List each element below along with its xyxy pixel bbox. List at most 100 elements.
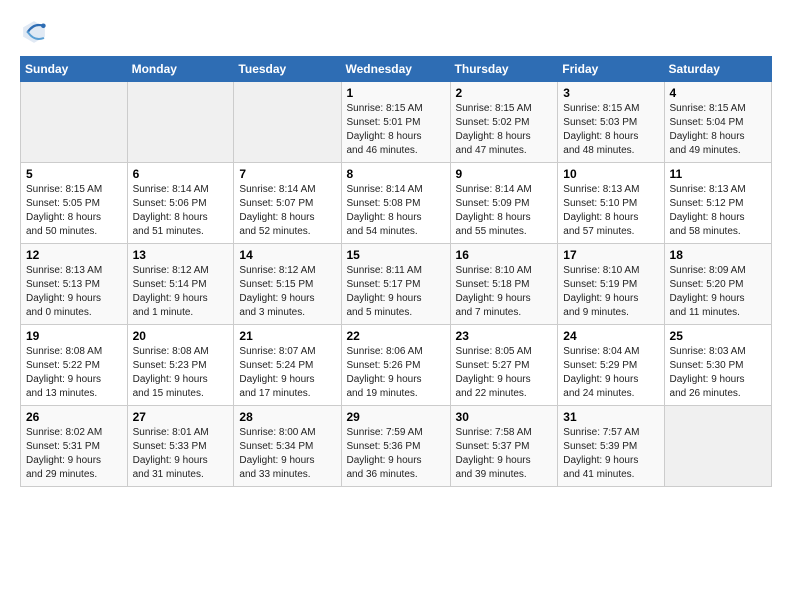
calendar-row: 12 Sunrise: 8:13 AM Sunset: 5:13 PM Dayli… (21, 244, 772, 325)
day-info: Sunrise: 8:02 AM Sunset: 5:31 PM Dayligh… (26, 426, 123, 482)
day-info: Sunrise: 8:15 AM Sunset: 5:05 PM Dayligh… (26, 183, 123, 239)
calendar-cell: 21Sunrise: 8:07 AM Sunset: 5:24 PM Dayli… (234, 325, 341, 406)
day-info: Sunrise: 8:13 AM Sunset: 5:12 PM Dayligh… (670, 183, 767, 239)
calendar-cell (664, 406, 771, 487)
calendar-cell: 26 Sunrise: 8:02 AM Sunset: 5:31 PM Dayli… (21, 406, 128, 487)
day-info: Sunrise: 8:11 AM Sunset: 5:17 PM Dayligh… (347, 264, 446, 320)
day-info: Sunrise: 8:01 AM Sunset: 5:33 PM Dayligh… (133, 426, 230, 482)
day-number: 4 (670, 86, 767, 100)
day-number: 23 (456, 329, 554, 343)
calendar-cell: 18 Sunrise: 8:09 AM Sunset: 5:20 PM Dayli… (664, 244, 771, 325)
calendar-cell: 11 Sunrise: 8:13 AM Sunset: 5:12 PM Dayli… (664, 163, 771, 244)
day-info: Sunrise: 8:00 AM Sunset: 5:34 PM Dayligh… (239, 426, 336, 482)
calendar-row: 5 Sunrise: 8:15 AM Sunset: 5:05 PM Daylig… (21, 163, 772, 244)
calendar-cell: 6 Sunrise: 8:14 AM Sunset: 5:06 PM Daylig… (127, 163, 234, 244)
day-info: Sunrise: 8:04 AM Sunset: 5:29 PM Dayligh… (563, 345, 659, 401)
day-number: 13 (133, 248, 230, 262)
day-info: Sunrise: 8:14 AM Sunset: 5:06 PM Dayligh… (133, 183, 230, 239)
day-info: Sunrise: 8:13 AM Sunset: 5:13 PM Dayligh… (26, 264, 123, 320)
day-number: 20 (133, 329, 230, 343)
calendar-cell (21, 82, 128, 163)
weekday-header: Saturday (664, 57, 771, 82)
logo (20, 18, 52, 46)
calendar-cell (234, 82, 341, 163)
calendar-table: SundayMondayTuesdayWednesdayThursdayFrid… (20, 56, 772, 487)
calendar-cell: 28 Sunrise: 8:00 AM Sunset: 5:34 PM Dayli… (234, 406, 341, 487)
calendar-cell: 1Sunrise: 8:15 AM Sunset: 5:01 PM Daylig… (341, 82, 450, 163)
day-info: Sunrise: 8:12 AM Sunset: 5:14 PM Dayligh… (133, 264, 230, 320)
day-info: Sunrise: 8:14 AM Sunset: 5:08 PM Dayligh… (347, 183, 446, 239)
day-number: 18 (670, 248, 767, 262)
calendar-page: SundayMondayTuesdayWednesdayThursdayFrid… (0, 0, 792, 497)
calendar-cell: 17Sunrise: 8:10 AM Sunset: 5:19 PM Dayli… (558, 244, 664, 325)
day-number: 5 (26, 167, 123, 181)
day-number: 2 (456, 86, 554, 100)
day-number: 9 (456, 167, 554, 181)
calendar-cell: 15 Sunrise: 8:11 AM Sunset: 5:17 PM Dayli… (341, 244, 450, 325)
day-number: 1 (347, 86, 446, 100)
day-info: Sunrise: 8:08 AM Sunset: 5:22 PM Dayligh… (26, 345, 123, 401)
calendar-cell: 16 Sunrise: 8:10 AM Sunset: 5:18 PM Dayli… (450, 244, 558, 325)
day-number: 30 (456, 410, 554, 424)
calendar-cell: 8 Sunrise: 8:14 AM Sunset: 5:08 PM Daylig… (341, 163, 450, 244)
calendar-row: 1Sunrise: 8:15 AM Sunset: 5:01 PM Daylig… (21, 82, 772, 163)
day-info: Sunrise: 8:14 AM Sunset: 5:09 PM Dayligh… (456, 183, 554, 239)
weekday-header: Sunday (21, 57, 128, 82)
day-number: 19 (26, 329, 123, 343)
weekday-header-row: SundayMondayTuesdayWednesdayThursdayFrid… (21, 57, 772, 82)
header (20, 18, 772, 46)
day-number: 11 (670, 167, 767, 181)
calendar-cell: 19 Sunrise: 8:08 AM Sunset: 5:22 PM Dayli… (21, 325, 128, 406)
calendar-cell: 9 Sunrise: 8:14 AM Sunset: 5:09 PM Daylig… (450, 163, 558, 244)
calendar-cell: 24 Sunrise: 8:04 AM Sunset: 5:29 PM Dayli… (558, 325, 664, 406)
day-number: 28 (239, 410, 336, 424)
calendar-cell: 2 Sunrise: 8:15 AM Sunset: 5:02 PM Daylig… (450, 82, 558, 163)
calendar-cell: 5 Sunrise: 8:15 AM Sunset: 5:05 PM Daylig… (21, 163, 128, 244)
day-number: 8 (347, 167, 446, 181)
day-number: 12 (26, 248, 123, 262)
calendar-cell: 25 Sunrise: 8:03 AM Sunset: 5:30 PM Dayli… (664, 325, 771, 406)
calendar-cell: 20Sunrise: 8:08 AM Sunset: 5:23 PM Dayli… (127, 325, 234, 406)
day-number: 25 (670, 329, 767, 343)
day-info: Sunrise: 8:13 AM Sunset: 5:10 PM Dayligh… (563, 183, 659, 239)
day-info: Sunrise: 8:07 AM Sunset: 5:24 PM Dayligh… (239, 345, 336, 401)
logo-icon (20, 18, 48, 46)
day-number: 27 (133, 410, 230, 424)
calendar-cell: 27 Sunrise: 8:01 AM Sunset: 5:33 PM Dayli… (127, 406, 234, 487)
day-number: 16 (456, 248, 554, 262)
calendar-cell: 10Sunrise: 8:13 AM Sunset: 5:10 PM Dayli… (558, 163, 664, 244)
day-number: 22 (347, 329, 446, 343)
weekday-header: Wednesday (341, 57, 450, 82)
day-number: 3 (563, 86, 659, 100)
calendar-cell: 29 Sunrise: 7:59 AM Sunset: 5:36 PM Dayli… (341, 406, 450, 487)
day-info: Sunrise: 8:03 AM Sunset: 5:30 PM Dayligh… (670, 345, 767, 401)
day-info: Sunrise: 8:15 AM Sunset: 5:04 PM Dayligh… (670, 102, 767, 158)
calendar-cell: 3 Sunrise: 8:15 AM Sunset: 5:03 PM Daylig… (558, 82, 664, 163)
calendar-cell: 12 Sunrise: 8:13 AM Sunset: 5:13 PM Dayli… (21, 244, 128, 325)
calendar-cell: 4 Sunrise: 8:15 AM Sunset: 5:04 PM Daylig… (664, 82, 771, 163)
day-info: Sunrise: 8:15 AM Sunset: 5:02 PM Dayligh… (456, 102, 554, 158)
weekday-header: Tuesday (234, 57, 341, 82)
day-number: 6 (133, 167, 230, 181)
day-number: 24 (563, 329, 659, 343)
day-number: 14 (239, 248, 336, 262)
calendar-cell: 23Sunrise: 8:05 AM Sunset: 5:27 PM Dayli… (450, 325, 558, 406)
day-info: Sunrise: 8:15 AM Sunset: 5:03 PM Dayligh… (563, 102, 659, 158)
day-info: Sunrise: 7:59 AM Sunset: 5:36 PM Dayligh… (347, 426, 446, 482)
day-number: 29 (347, 410, 446, 424)
day-number: 26 (26, 410, 123, 424)
day-number: 15 (347, 248, 446, 262)
day-info: Sunrise: 8:09 AM Sunset: 5:20 PM Dayligh… (670, 264, 767, 320)
calendar-row: 26 Sunrise: 8:02 AM Sunset: 5:31 PM Dayli… (21, 406, 772, 487)
calendar-cell: 31Sunrise: 7:57 AM Sunset: 5:39 PM Dayli… (558, 406, 664, 487)
day-info: Sunrise: 8:14 AM Sunset: 5:07 PM Dayligh… (239, 183, 336, 239)
day-info: Sunrise: 8:10 AM Sunset: 5:18 PM Dayligh… (456, 264, 554, 320)
calendar-cell: 30Sunrise: 7:58 AM Sunset: 5:37 PM Dayli… (450, 406, 558, 487)
calendar-cell: 13 Sunrise: 8:12 AM Sunset: 5:14 PM Dayli… (127, 244, 234, 325)
calendar-row: 19 Sunrise: 8:08 AM Sunset: 5:22 PM Dayli… (21, 325, 772, 406)
day-info: Sunrise: 8:12 AM Sunset: 5:15 PM Dayligh… (239, 264, 336, 320)
day-number: 17 (563, 248, 659, 262)
weekday-header: Thursday (450, 57, 558, 82)
day-info: Sunrise: 8:06 AM Sunset: 5:26 PM Dayligh… (347, 345, 446, 401)
calendar-cell: 7Sunrise: 8:14 AM Sunset: 5:07 PM Daylig… (234, 163, 341, 244)
